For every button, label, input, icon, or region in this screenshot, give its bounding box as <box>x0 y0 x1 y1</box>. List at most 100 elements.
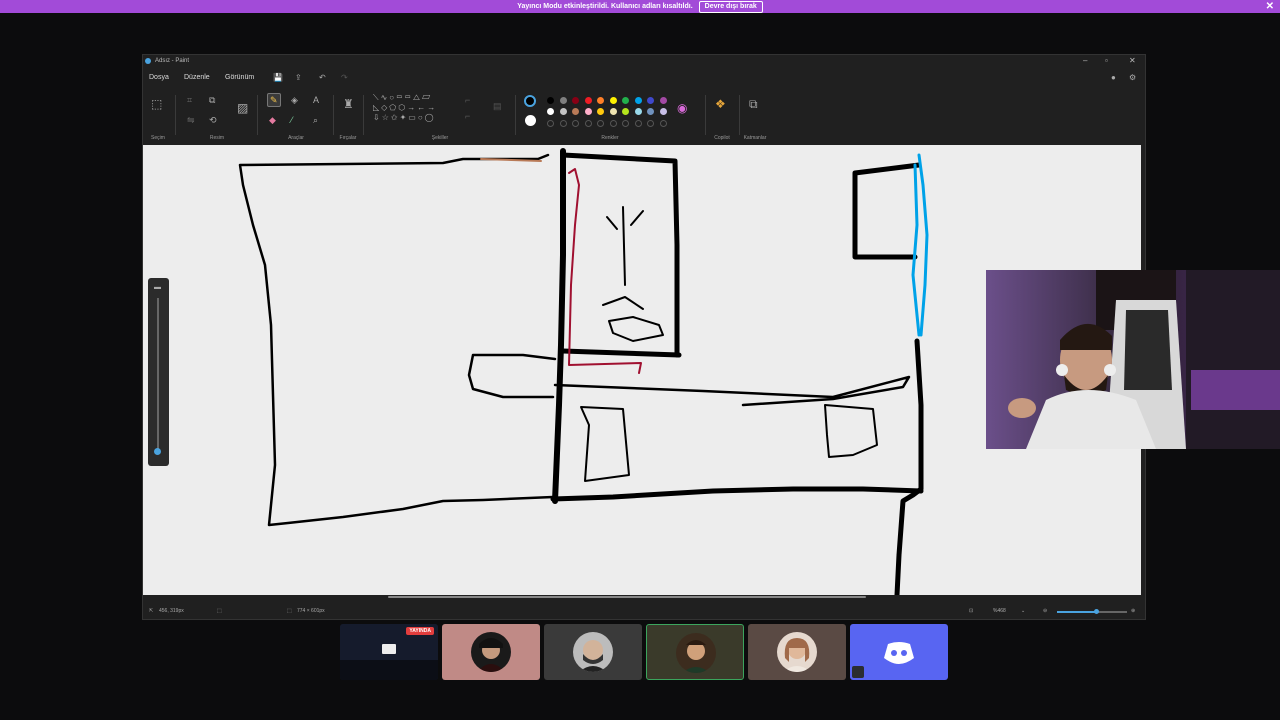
tools-group-label: Araçlar <box>288 135 304 141</box>
eraser-icon[interactable]: ◆ <box>269 115 276 125</box>
magnifier-icon[interactable]: ⌕ <box>313 115 318 125</box>
copilot-icon[interactable]: ❖ <box>715 98 726 110</box>
participant-tile-3-speaking[interactable] <box>646 624 744 680</box>
close-button[interactable]: ✕ <box>1129 56 1136 65</box>
secondary-color-swatch[interactable] <box>525 115 536 126</box>
shape-outline-icon[interactable]: ⌐ <box>465 95 470 105</box>
account-icon[interactable]: ● <box>1111 73 1116 82</box>
stroke-table-top <box>553 375 911 407</box>
palette-color-swatch[interactable] <box>597 97 604 104</box>
palette-color-swatch[interactable] <box>634 97 642 104</box>
maximize-button[interactable]: ▫ <box>1105 56 1108 65</box>
text-icon[interactable]: A <box>313 95 319 105</box>
copilot-group: ❖ Copilot <box>707 89 737 143</box>
avatar <box>777 632 817 672</box>
palette-color-swatch[interactable] <box>597 120 604 127</box>
palette-color-swatch[interactable] <box>659 120 667 127</box>
zoom-dropdown-chevron-icon[interactable]: ⌄ <box>1021 608 1025 614</box>
brush-size-slider[interactable]: ▬ <box>148 278 169 466</box>
webcam-image <box>986 270 1280 449</box>
palette-color-swatch[interactable] <box>584 120 592 127</box>
palette-color-swatch[interactable] <box>622 108 629 115</box>
undo-icon[interactable]: ↶ <box>319 73 326 82</box>
selection-group: ⬚ Seçim <box>143 89 173 143</box>
palette-color-swatch[interactable] <box>647 108 654 115</box>
color-picker-icon[interactable]: ⁄ <box>291 115 293 125</box>
palette-color-swatch[interactable] <box>559 97 567 104</box>
zoom-slider-knob[interactable] <box>1093 609 1099 614</box>
resize-icon[interactable]: ⧉ <box>209 95 215 105</box>
save-icon[interactable]: 💾 <box>273 73 283 82</box>
participant-tile-4[interactable] <box>748 624 846 680</box>
flip-icon[interactable]: ⇋ <box>187 115 195 125</box>
palette-color-swatch[interactable] <box>609 108 617 115</box>
menu-file[interactable]: Dosya <box>149 74 169 81</box>
palette-color-swatch[interactable] <box>659 97 667 104</box>
palette-color-swatch[interactable] <box>547 120 554 127</box>
fit-to-window-icon[interactable]: ⊡ <box>969 608 973 614</box>
palette-color-swatch[interactable] <box>547 97 554 104</box>
rotate-icon[interactable]: ⟲ <box>209 115 217 125</box>
brush-icon[interactable]: ♜ <box>343 98 354 110</box>
palette-color-swatch[interactable] <box>622 120 629 127</box>
participant-tile-stream[interactable]: YAYINDA <box>340 624 438 680</box>
palette-color-swatch[interactable] <box>659 108 667 115</box>
stroke-blob <box>467 353 557 399</box>
share-icon[interactable]: ⇪ <box>295 73 302 82</box>
layers-group-label: Katmanlar <box>743 135 767 141</box>
zoom-out-icon[interactable]: ⊖ <box>1043 608 1047 614</box>
shape-fill-icon[interactable]: ⌐ <box>465 111 470 121</box>
close-icon[interactable]: ✕ <box>1266 0 1274 13</box>
brushes-group: ♜ Fırçalar <box>335 89 361 143</box>
palette-color-swatch[interactable] <box>647 120 654 127</box>
palette-color-swatch[interactable] <box>609 97 617 104</box>
selection-size-icon: ⬚ <box>217 608 222 614</box>
shapes-row2[interactable]: ◺◇⬠⬡→←→ <box>373 103 437 113</box>
palette-color-swatch[interactable] <box>559 120 567 127</box>
zoom-level[interactable]: %468 <box>993 608 1006 614</box>
menu-view[interactable]: Görünüm <box>225 74 254 81</box>
shape-size-icon[interactable]: ▤ <box>493 101 502 111</box>
layers-icon[interactable]: ⧉ <box>749 98 758 110</box>
image-tools-icon[interactable]: ▨ <box>237 102 248 114</box>
settings-gear-icon[interactable]: ⚙ <box>1129 73 1136 82</box>
menu-bar: Dosya Düzenle Görünüm 💾 ⇪ ↶ ↷ ● ⚙ <box>143 71 1145 85</box>
shapes-row1[interactable]: ⟍∿○▭▭△▱ <box>373 93 432 103</box>
select-rectangle-icon[interactable]: ⬚ <box>151 98 162 110</box>
palette-color-swatch[interactable] <box>584 97 592 104</box>
participant-tile-2[interactable] <box>544 624 642 680</box>
palette-color-swatch[interactable] <box>572 97 579 104</box>
horizontal-scrollbar[interactable] <box>388 596 866 598</box>
disable-streamer-mode-button[interactable]: Devre dışı bırak <box>698 0 763 13</box>
palette-color-swatch[interactable] <box>559 108 567 115</box>
palette-color-swatch[interactable] <box>622 97 629 104</box>
palette-color-swatch[interactable] <box>609 120 617 127</box>
minimize-button[interactable]: – <box>1083 56 1087 65</box>
shapes-group: ⟍∿○▭▭△▱ ◺◇⬠⬡→←→ ⇩☆✩✦▭○◯ ⌐ ⌐ ▤ Şekiller <box>367 89 513 143</box>
redo-icon[interactable]: ↷ <box>341 73 348 82</box>
avatar <box>471 632 511 672</box>
shapes-row3[interactable]: ⇩☆✩✦▭○◯ <box>373 113 436 123</box>
palette-color-swatch[interactable] <box>634 120 642 127</box>
edit-colors-icon[interactable]: ◉ <box>677 102 687 114</box>
participant-tile-1[interactable] <box>442 624 540 680</box>
participant-tile-discord[interactable] <box>850 624 948 680</box>
palette-color-swatch[interactable] <box>572 108 579 115</box>
pencil-icon[interactable]: ✎ <box>267 93 281 107</box>
zoom-in-icon[interactable]: ⊕ <box>1131 608 1135 614</box>
stroke-blue <box>911 153 929 337</box>
selection-group-label: Seçim <box>151 135 165 141</box>
palette-color-swatch[interactable] <box>647 97 654 104</box>
palette-color-swatch[interactable] <box>584 108 592 115</box>
fill-bucket-icon[interactable]: ◈ <box>291 95 298 105</box>
palette-color-swatch[interactable] <box>547 108 554 115</box>
palette-color-swatch[interactable] <box>597 108 604 115</box>
crop-icon[interactable]: ⌗ <box>187 95 192 105</box>
menu-edit[interactable]: Düzenle <box>184 74 210 81</box>
palette-color-swatch[interactable] <box>572 120 579 127</box>
brush-size-knob[interactable] <box>154 448 161 455</box>
palette-color-swatch[interactable] <box>634 108 642 115</box>
primary-color-swatch[interactable] <box>524 95 536 107</box>
zoom-slider[interactable] <box>1057 609 1127 614</box>
banner-text: Yayıncı Modu etkinleştirildi. Kullanıcı … <box>517 3 693 10</box>
